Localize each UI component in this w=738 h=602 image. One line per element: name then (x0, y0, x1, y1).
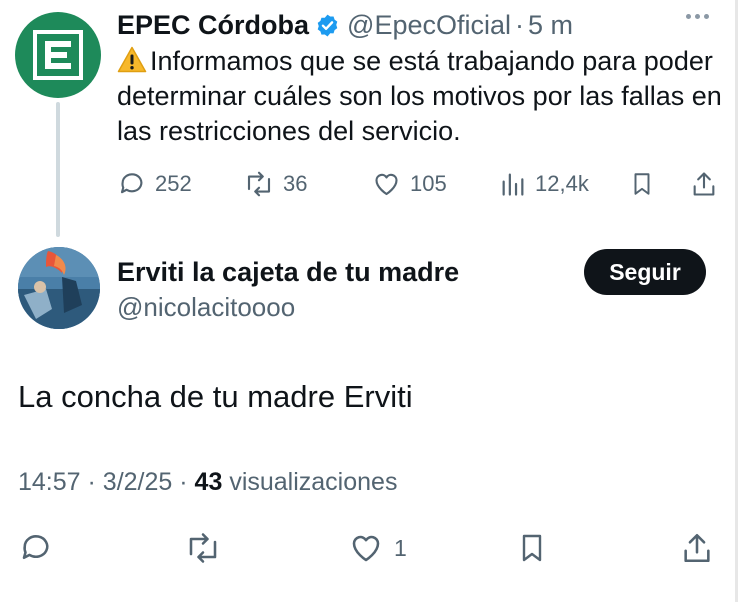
share-icon (684, 533, 710, 563)
heart-icon (375, 173, 398, 196)
reply-button[interactable] (18, 526, 54, 570)
bookmark-icon (634, 173, 650, 195)
share-button[interactable] (690, 164, 718, 204)
verified-badge-icon (317, 14, 338, 36)
separator-dot: · (515, 9, 524, 40)
parent-action-bar: 252 36 105 12,4k (117, 164, 722, 204)
epec-logo-icon (33, 30, 83, 80)
epec-avatar[interactable] (15, 12, 101, 98)
thread-line (56, 102, 60, 237)
parent-author-name[interactable]: EPEC Córdoba (117, 10, 309, 41)
parent-author-handle[interactable]: @EpecOficial (347, 10, 511, 41)
repost-button[interactable] (184, 526, 222, 570)
avatar-photo (18, 247, 100, 329)
reply-author-handle[interactable]: @nicolacitoooo (117, 292, 295, 323)
share-icon (693, 172, 715, 196)
bookmark-button[interactable] (516, 526, 548, 570)
reply-button[interactable]: 252 (117, 164, 192, 204)
views-count: 12,4k (535, 171, 589, 196)
parent-tweet-header: EPEC Córdoba @EpecOficial · 5 m (117, 8, 573, 42)
share-button[interactable] (680, 526, 714, 570)
follow-button[interactable]: Seguir (584, 249, 706, 295)
bookmark-icon (522, 534, 542, 562)
views-button[interactable]: 12,4k (499, 164, 589, 204)
parent-tweet-text: Informamos que se está trabajando para p… (117, 44, 727, 149)
like-count: 1 (394, 534, 407, 561)
parent-text-content: Informamos que se está trabajando para p… (117, 46, 722, 146)
repost-icon (247, 171, 271, 197)
user-avatar[interactable] (18, 247, 100, 329)
views-count-number: 43 (194, 468, 223, 496)
repost-icon (189, 533, 217, 563)
bookmark-button[interactable] (629, 164, 655, 204)
reply-tweet-text: La concha de tu madre Erviti (18, 379, 413, 414)
like-button[interactable]: 105 (371, 164, 447, 204)
heart-icon (352, 535, 380, 562)
repost-button[interactable]: 36 (243, 164, 307, 204)
more-options-icon[interactable] (686, 14, 709, 19)
tweet-date[interactable]: 3/2/25 (103, 468, 173, 496)
reply-author-name[interactable]: Erviti la cajeta de tu madre (117, 257, 459, 288)
reply-icon (120, 173, 143, 194)
reply-action-bar: 1 (18, 526, 718, 570)
views-label[interactable]: visualizaciones (229, 468, 397, 496)
repost-count: 36 (283, 171, 308, 196)
like-button[interactable]: 1 (348, 526, 407, 570)
separator-dot: · (179, 468, 188, 496)
analytics-icon (502, 173, 524, 196)
separator-dot: · (87, 468, 96, 496)
reply-count: 252 (155, 171, 192, 196)
tweet-time[interactable]: 14:57 (18, 468, 81, 496)
reply-icon (22, 535, 49, 560)
tweet-metadata: 14:57 · 3/2/25 · 43 visualizaciones (18, 468, 397, 497)
like-count: 105 (410, 171, 447, 196)
parent-time-ago[interactable]: 5 m (528, 10, 573, 41)
warning-icon (117, 46, 147, 73)
